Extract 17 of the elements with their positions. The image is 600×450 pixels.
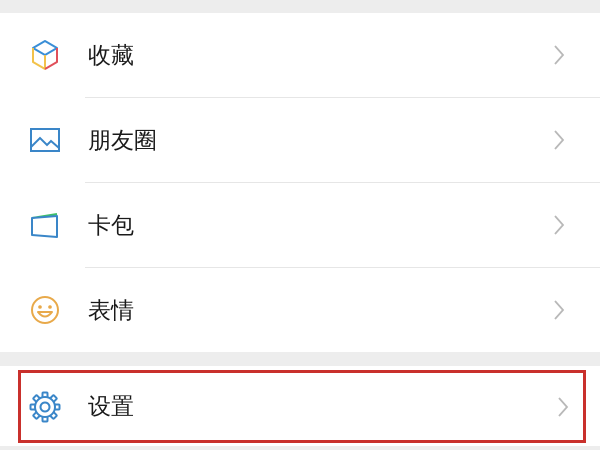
item-label: 卡包 [88, 212, 135, 240]
item-label: 朋友圈 [88, 126, 158, 156]
menu-item[interactable]: 收藏 [0, 13, 600, 97]
settings-icon [28, 390, 62, 424]
smiley-icon [28, 293, 62, 327]
item-label: 设置 [88, 393, 135, 422]
menu-item[interactable]: 表情 [0, 268, 600, 352]
chevron-icon [557, 396, 569, 418]
chevron-icon [553, 44, 565, 66]
chevron-icon [553, 299, 565, 321]
item-label: 表情 [88, 296, 135, 326]
chevron-icon [553, 129, 565, 151]
chevron-icon [553, 214, 565, 236]
menu-item[interactable]: 朋友圈 [0, 98, 600, 182]
menu-item[interactable]: 卡包 [0, 183, 600, 267]
highlighted-menu-item[interactable]: 设置 [18, 370, 586, 443]
item-label: 收藏 [88, 42, 135, 70]
